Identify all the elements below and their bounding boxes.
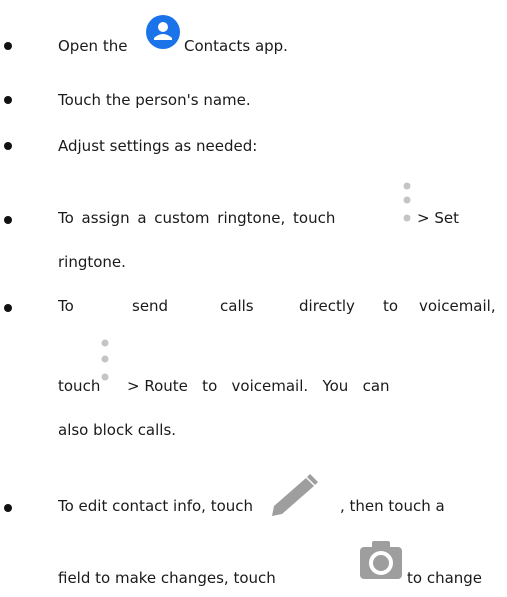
bullet-dot (4, 216, 12, 224)
more-vertical-icon (403, 182, 411, 222)
step-adjust-settings: Adjust settings as needed: (58, 137, 258, 155)
step-voicemail-touch: touch (58, 377, 101, 395)
contacts-icon (146, 15, 180, 49)
more-vertical-icon (101, 339, 109, 381)
step-open-label: Open the (58, 37, 128, 55)
bullet-dot (4, 142, 12, 150)
step-edit-line2: field to make changes, touch (58, 569, 276, 587)
step-ringtone-line1: To assign a custom ringtone, touch (58, 209, 336, 227)
step-voicemail-word: send (132, 297, 169, 315)
bullet-dot (4, 504, 12, 512)
camera-icon (360, 541, 402, 579)
edit-pencil-icon (272, 474, 318, 516)
step-voicemail-line2-after: > Route to voicemail. You can (127, 377, 390, 395)
bullet-dot (4, 304, 12, 312)
step-voicemail-word: to (383, 297, 399, 315)
step-edit-line2-after: to change (407, 569, 483, 587)
step-voicemail-word: calls (220, 297, 254, 315)
bullet-dot (4, 42, 12, 50)
step-voicemail-word: To (58, 297, 74, 315)
bullet-dot (4, 96, 12, 104)
step-voicemail-word: voicemail, (419, 297, 496, 315)
step-touch-name: Touch the person's name. (58, 91, 251, 109)
step-open-after: Contacts app. (184, 37, 288, 55)
step-edit-line1-after: , then touch a (340, 497, 445, 515)
step-edit-line1: To edit contact info, touch (58, 497, 254, 515)
step-voicemail-word: directly (299, 297, 355, 315)
step-ringtone-line2: ringtone. (58, 253, 126, 271)
step-voicemail-line3: also block calls. (58, 421, 177, 439)
step-ringtone-line1-after: > Set (417, 209, 459, 227)
